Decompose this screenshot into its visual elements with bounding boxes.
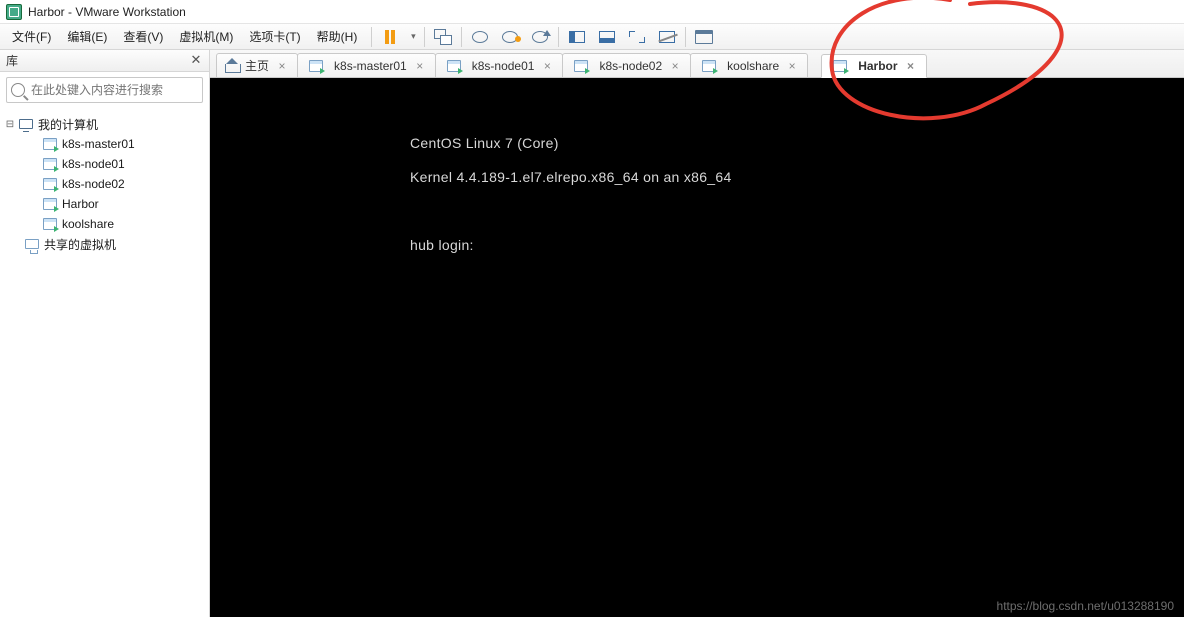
vm-icon bbox=[42, 137, 58, 151]
tab-k8s-master01[interactable]: k8s-master01 × bbox=[297, 53, 436, 77]
window-title: Harbor - VMware Workstation bbox=[28, 5, 186, 19]
menu-edit[interactable]: 编辑(E) bbox=[59, 25, 115, 48]
tree-my-computer[interactable]: ⊟ 我的计算机 bbox=[4, 114, 205, 134]
tab-close-button[interactable]: × bbox=[668, 59, 682, 73]
terminal-blank bbox=[410, 202, 1184, 220]
tab-harbor[interactable]: Harbor × bbox=[821, 54, 926, 78]
separator bbox=[371, 27, 372, 47]
library-search[interactable] bbox=[6, 77, 203, 103]
computer-icon bbox=[18, 117, 34, 131]
vm-console[interactable]: CentOS Linux 7 (Core) Kernel 4.4.189-1.e… bbox=[210, 78, 1184, 617]
tab-label: koolshare bbox=[727, 59, 779, 73]
revert-snapshot-button[interactable] bbox=[498, 26, 522, 48]
thumbnail-view-button[interactable] bbox=[692, 26, 716, 48]
app-icon bbox=[6, 4, 22, 20]
tab-koolshare[interactable]: koolshare × bbox=[690, 53, 808, 77]
tree-vm-k8s-master01[interactable]: k8s-master01 bbox=[4, 134, 205, 154]
snapshot-revert-icon bbox=[502, 31, 518, 43]
vm-icon bbox=[42, 197, 58, 211]
tree-label: koolshare bbox=[62, 217, 114, 231]
pause-icon bbox=[385, 30, 395, 44]
power-dropdown[interactable]: ▾ bbox=[408, 31, 418, 42]
tab-label: k8s-master01 bbox=[334, 59, 407, 73]
titlebar: Harbor - VMware Workstation bbox=[0, 0, 1184, 24]
separator bbox=[558, 27, 559, 47]
menu-help[interactable]: 帮助(H) bbox=[309, 25, 366, 48]
watermark: https://blog.csdn.net/u013288190 bbox=[997, 599, 1174, 613]
separator bbox=[685, 27, 686, 47]
console-view-button[interactable] bbox=[595, 26, 619, 48]
library-panel-icon bbox=[569, 31, 585, 43]
library-tree: ⊟ 我的计算机 k8s-master01 k8s-node01 k8s-node… bbox=[0, 108, 209, 258]
fullscreen-icon bbox=[629, 31, 645, 43]
tree-label: 共享的虚拟机 bbox=[44, 236, 116, 253]
separator bbox=[461, 27, 462, 47]
menubar: 文件(F) 编辑(E) 查看(V) 虚拟机(M) 选项卡(T) 帮助(H) ▾ bbox=[0, 24, 1184, 50]
vm-icon bbox=[42, 157, 58, 171]
vm-icon bbox=[832, 59, 848, 73]
snapshot-button[interactable] bbox=[468, 26, 492, 48]
terminal-line: Kernel 4.4.189-1.el7.elrepo.x86_64 on an… bbox=[410, 168, 1184, 186]
menu-file[interactable]: 文件(F) bbox=[4, 25, 59, 48]
vm-icon bbox=[446, 59, 462, 73]
library-close-button[interactable]: ✕ bbox=[189, 54, 203, 68]
home-icon bbox=[225, 60, 239, 72]
tab-close-button[interactable]: × bbox=[413, 59, 427, 73]
tree-vm-k8s-node02[interactable]: k8s-node02 bbox=[4, 174, 205, 194]
tab-k8s-node02[interactable]: k8s-node02 × bbox=[562, 53, 691, 77]
tab-close-button[interactable]: × bbox=[785, 59, 799, 73]
tab-label: 主页 bbox=[245, 57, 269, 74]
console-panel-icon bbox=[599, 31, 615, 43]
tabstrip: 主页 × k8s-master01 × k8s-node01 × k8s-nod… bbox=[210, 50, 1184, 78]
tab-k8s-node01[interactable]: k8s-node01 × bbox=[435, 53, 564, 77]
library-header: 库 ✕ bbox=[0, 50, 209, 72]
menu-tabs[interactable]: 选项卡(T) bbox=[241, 25, 308, 48]
menu-vm[interactable]: 虚拟机(M) bbox=[171, 25, 241, 48]
tree-shared-vms[interactable]: 共享的虚拟机 bbox=[4, 234, 205, 254]
tab-label: k8s-node01 bbox=[472, 59, 535, 73]
fullscreen-button[interactable] bbox=[625, 26, 649, 48]
collapse-icon[interactable]: ⊟ bbox=[4, 119, 16, 130]
vm-icon bbox=[573, 59, 589, 73]
manage-snapshot-button[interactable] bbox=[528, 26, 552, 48]
library-title: 库 bbox=[6, 52, 18, 69]
tree-label: k8s-node02 bbox=[62, 177, 125, 191]
boxes-icon bbox=[434, 29, 452, 45]
tab-close-button[interactable]: × bbox=[275, 59, 289, 73]
snapshot-icon bbox=[472, 31, 488, 43]
library-sidebar: 库 ✕ ⊟ 我的计算机 k8s-master01 k8s-node01 bbox=[0, 50, 210, 617]
tab-label: k8s-node02 bbox=[599, 59, 662, 73]
vm-icon bbox=[42, 177, 58, 191]
menu-view[interactable]: 查看(V) bbox=[115, 25, 171, 48]
main-area: 主页 × k8s-master01 × k8s-node01 × k8s-nod… bbox=[210, 50, 1184, 617]
tree-vm-k8s-node01[interactable]: k8s-node01 bbox=[4, 154, 205, 174]
tab-close-button[interactable]: × bbox=[904, 59, 918, 73]
tree-label: 我的计算机 bbox=[38, 116, 98, 133]
thumbnail-icon bbox=[695, 30, 713, 44]
tab-home[interactable]: 主页 × bbox=[216, 53, 298, 77]
pause-button[interactable] bbox=[378, 26, 402, 48]
snapshot-manage-icon bbox=[532, 31, 548, 43]
vm-icon bbox=[701, 59, 717, 73]
tree-label: Harbor bbox=[62, 197, 99, 211]
search-icon bbox=[11, 83, 25, 97]
separator bbox=[424, 27, 425, 47]
shared-icon bbox=[24, 237, 40, 251]
vm-icon bbox=[42, 217, 58, 231]
vm-icon bbox=[308, 59, 324, 73]
show-library-button[interactable] bbox=[565, 26, 589, 48]
tree-label: k8s-node01 bbox=[62, 157, 125, 171]
tab-label: Harbor bbox=[858, 59, 897, 73]
search-input[interactable] bbox=[29, 82, 198, 98]
unity-icon bbox=[659, 31, 675, 43]
tree-vm-koolshare[interactable]: koolshare bbox=[4, 214, 205, 234]
tree-vm-harbor[interactable]: Harbor bbox=[4, 194, 205, 214]
tab-close-button[interactable]: × bbox=[540, 59, 554, 73]
terminal-line: CentOS Linux 7 (Core) bbox=[410, 134, 1184, 152]
send-ctrl-alt-del-button[interactable] bbox=[431, 26, 455, 48]
tree-label: k8s-master01 bbox=[62, 137, 135, 151]
unity-button[interactable] bbox=[655, 26, 679, 48]
terminal-prompt: hub login: bbox=[410, 236, 1184, 254]
